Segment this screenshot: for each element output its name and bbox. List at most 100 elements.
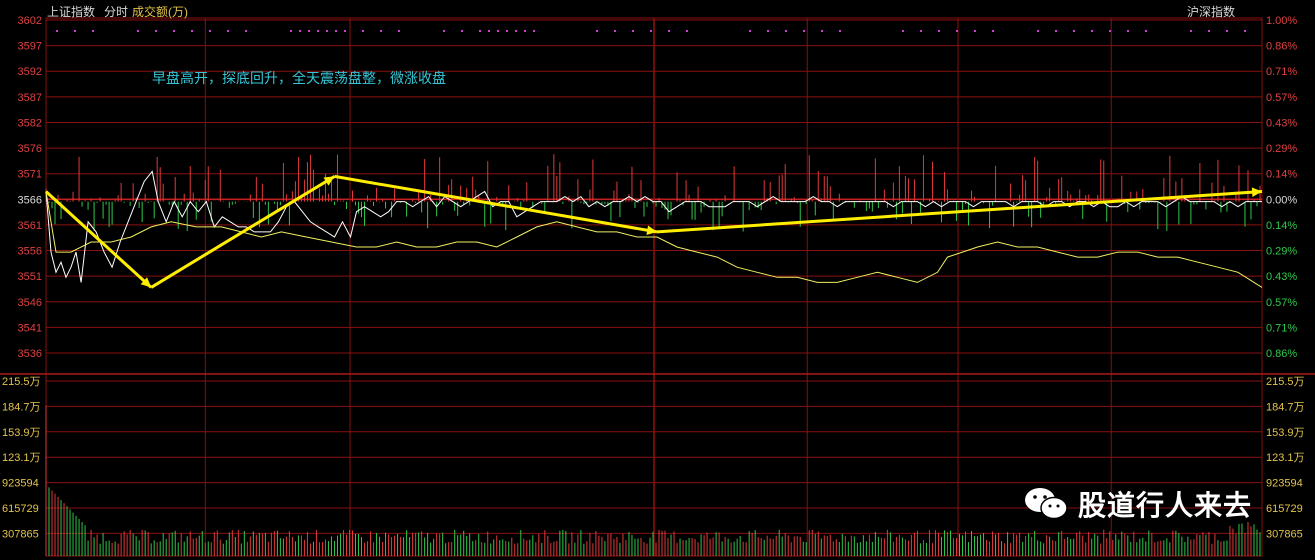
pct-tick-label: 0.14% [1266,220,1297,232]
flag-dot [1190,30,1192,32]
volume-tick-label: 215.5万 [2,376,41,388]
flag-dot [137,30,139,32]
volume-tick-label-right: 123.1万 [1266,452,1305,464]
volume-tick-label-right: 215.5万 [1266,376,1305,388]
flag-dot [155,30,157,32]
flag-dot [614,30,616,32]
flag-dot [461,30,463,32]
y-tick-label: 3561 [18,220,42,232]
flag-dot [1244,30,1246,32]
pct-tick-label: 0.71% [1266,66,1297,78]
flag-dot [839,30,841,32]
flag-dot [524,30,526,32]
y-tick-label: 3582 [18,117,42,129]
flag-dot [956,30,958,32]
flag-dot [92,30,94,32]
compare-index-title: 沪深指数 [1187,5,1236,19]
flag-dot [245,30,247,32]
flag-dot [497,30,499,32]
flag-dot [443,30,445,32]
flag-dot [668,30,670,32]
flag-dot [515,30,517,32]
y-tick-label: 3546 [18,297,42,309]
flag-dot [317,30,319,32]
trend-arrow-shaft [44,190,153,289]
y-tick-label: 3576 [18,143,42,155]
flag-dot [74,30,76,32]
flag-dot [326,30,328,32]
flag-dot [227,30,229,32]
wechat-icon [1025,488,1068,520]
watermark: 股道行人来去 [1022,484,1252,524]
flag-dot [308,30,310,32]
flag-dot [686,30,688,32]
flag-dot [362,30,364,32]
volume-tick-label: 615729 [2,503,39,515]
flag-dot [380,30,382,32]
volume-tick-label-right: 153.9万 [1266,427,1305,439]
volume-tick-label: 923594 [2,478,39,490]
pct-tick-label: 0.71% [1266,322,1297,334]
pct-tick-label: 0.29% [1266,246,1297,258]
flag-dot [1055,30,1057,32]
flag-dot [938,30,940,32]
flag-dot [299,30,301,32]
y-tick-label: 3566 [18,194,42,206]
flag-dot [1208,30,1210,32]
volume-tick-label: 307865 [2,528,39,540]
flag-dot [173,30,175,32]
flag-dot [650,30,652,32]
flag-dot [506,30,508,32]
index-title: 上证指数 [47,5,96,19]
flag-dot [821,30,823,32]
y-tick-label: 3556 [18,246,42,258]
flag-dot [1091,30,1093,32]
y-tick-label: 3587 [18,92,42,104]
y-tick-label: 3602 [18,15,42,27]
pct-tick-label: 0.86% [1266,41,1297,53]
flag-dot [596,30,598,32]
flag-dot [1037,30,1039,32]
pct-tick-label: 0.43% [1266,117,1297,129]
pct-tick-label: 1.00% [1266,15,1297,27]
pct-tick-label: 0.57% [1266,92,1297,104]
flag-dot [290,30,292,32]
volume-tick-label-right: 307865 [1266,528,1303,540]
flag-dot [1127,30,1129,32]
pct-tick-label: 0.43% [1266,271,1297,283]
flag-dot [1073,30,1075,32]
volume-label: 成交额(万) [132,5,188,19]
flag-dot [920,30,922,32]
flag-dot [1109,30,1111,32]
flag-dot [344,30,346,32]
flag-dot [1226,30,1228,32]
volume-tick-label: 184.7万 [2,401,41,413]
flag-dot [398,30,400,32]
flag-dot [992,30,994,32]
volume-tick-label: 153.9万 [2,427,41,439]
pct-tick-label: 0.57% [1266,297,1297,309]
timeshare-mode[interactable]: 分时 [104,3,128,20]
volume-tick-label-right: 615729 [1266,503,1303,515]
y-tick-label: 3541 [18,322,42,334]
flag-dot [479,30,481,32]
flag-dot [632,30,634,32]
trend-arrow-shaft [150,175,336,289]
flag-dot [902,30,904,32]
flag-dot [191,30,193,32]
flag-dot [1145,30,1147,32]
flag-dot [749,30,751,32]
y-tick-label: 3592 [18,66,42,78]
flag-dot [803,30,805,32]
volume-tick-label-right: 923594 [1266,478,1303,490]
watermark-text: 股道行人来去 [1078,490,1253,521]
flag-dot [488,30,490,32]
y-tick-label: 3536 [18,348,42,360]
y-tick-label: 3597 [18,41,42,53]
volume-tick-label: 123.1万 [2,452,41,464]
volume-tick-label-right: 184.7万 [1266,401,1305,413]
pct-tick-label: 0.29% [1266,143,1297,155]
flag-dot [767,30,769,32]
flag-dot [56,30,58,32]
pct-tick-label: 0.14% [1266,169,1297,181]
